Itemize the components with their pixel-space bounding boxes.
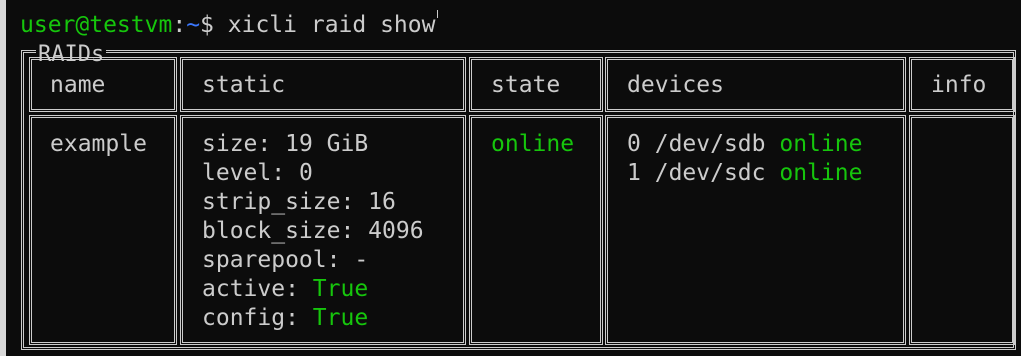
device-entry: 0 /dev/sdb online (627, 131, 863, 157)
row-cell-state: online (469, 115, 603, 345)
raid-state: online (491, 131, 575, 157)
raid-name: example (50, 131, 147, 157)
header-cell-static: static (180, 57, 466, 112)
prompt-command: xicli raid show (227, 12, 436, 38)
header-cell-info: info (909, 57, 1015, 112)
static-list: size: 19 GiB level: 0 strip_size: 16 blo… (202, 130, 424, 333)
header-cell-state: state (469, 57, 603, 112)
static-level: level: 0 (202, 160, 313, 186)
static-active: active: True (202, 276, 369, 302)
header-static: static (202, 72, 286, 98)
text-cursor (437, 10, 439, 18)
header-devices: devices (627, 72, 724, 98)
static-config: config: True (202, 305, 369, 331)
row-cell-info (909, 115, 1015, 345)
header-state: state (491, 72, 561, 98)
header-name: name (50, 72, 106, 98)
prompt-separator: : (172, 12, 187, 38)
static-block-size: block_size: 4096 (202, 218, 424, 244)
header-cell-devices: devices (605, 57, 906, 112)
row-cell-static: size: 19 GiB level: 0 strip_size: 16 blo… (180, 115, 466, 345)
window-border (0, 0, 6, 356)
static-size: size: 19 GiB (202, 131, 369, 157)
devices-list: 0 /dev/sdb online 1 /dev/sdc online (627, 130, 862, 188)
prompt-symbol: $ (200, 12, 214, 38)
static-sparepool: sparepool: - (202, 247, 369, 273)
prompt-user-host: user@testvm (20, 12, 173, 38)
prompt-path: ~ (186, 12, 201, 38)
row-cell-devices: 0 /dev/sdb online 1 /dev/sdc online (605, 115, 906, 345)
header-cell-name: name (29, 57, 177, 112)
header-info: info (931, 72, 987, 98)
row-cell-name: example (29, 115, 177, 345)
device-entry: 1 /dev/sdc online (627, 160, 863, 186)
command-prompt: user@testvm:~$ xicli raid show (20, 10, 439, 40)
static-strip-size: strip_size: 16 (202, 189, 396, 215)
